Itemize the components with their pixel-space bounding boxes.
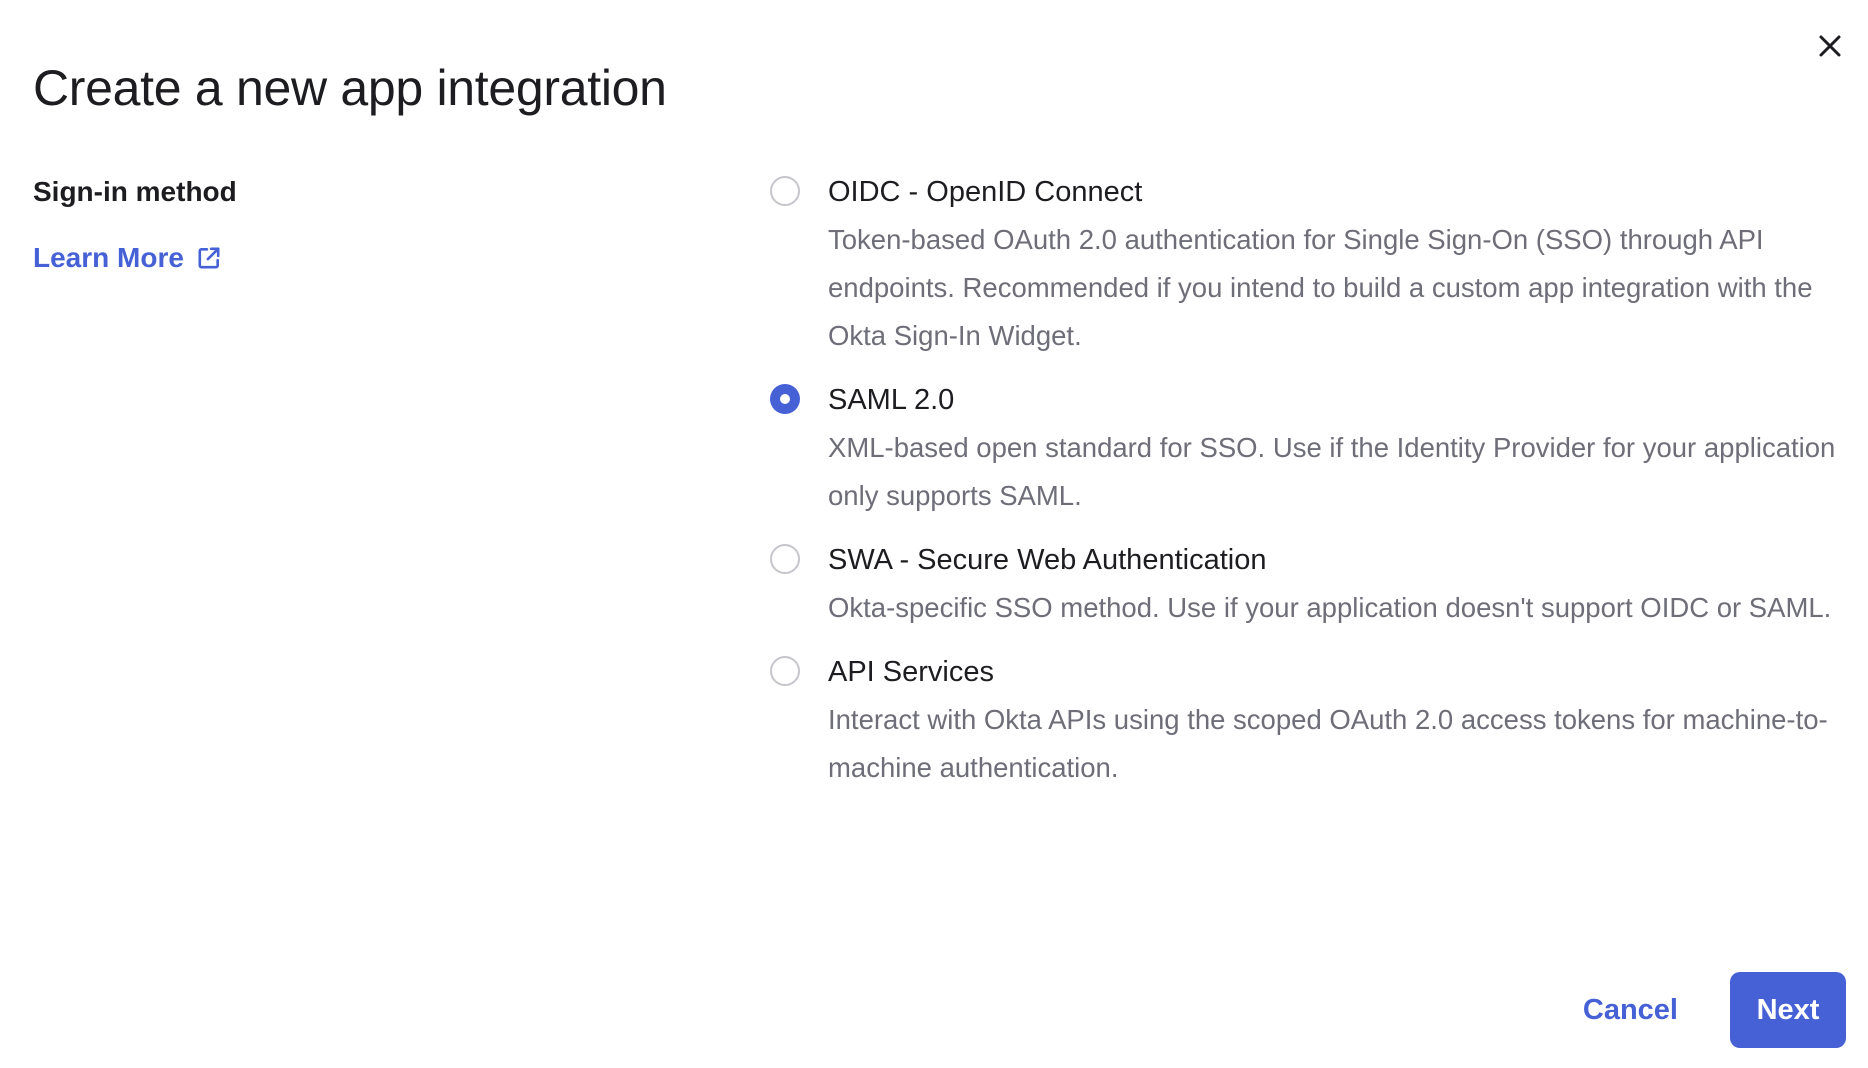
option-title: SAML 2.0: [828, 384, 955, 416]
option-api-services[interactable]: API Services Interact with Okta APIs usi…: [770, 652, 1850, 792]
external-link-icon: [198, 247, 220, 269]
radio-api-services[interactable]: [770, 656, 800, 686]
sign-in-method-options: OIDC - OpenID Connect Token-based OAuth …: [770, 172, 1850, 812]
cancel-button[interactable]: Cancel: [1583, 994, 1678, 1027]
option-description: XML-based open standard for SSO. Use if …: [828, 432, 1836, 511]
option-title: SWA - Secure Web Authentication: [828, 544, 1267, 576]
option-saml[interactable]: SAML 2.0 XML-based open standard for SSO…: [770, 380, 1850, 520]
option-swa[interactable]: SWA - Secure Web Authentication Okta-spe…: [770, 540, 1850, 632]
create-app-integration-dialog: Create a new app integration Sign-in met…: [0, 0, 1868, 1068]
next-button[interactable]: Next: [1730, 972, 1846, 1048]
sign-in-method-info: Sign-in method Learn More: [33, 172, 633, 278]
option-title: OIDC - OpenID Connect: [828, 176, 1143, 208]
option-description: Okta-specific SSO method. Use if your ap…: [828, 592, 1832, 623]
radio-oidc[interactable]: [770, 176, 800, 206]
option-description: Interact with Okta APIs using the scoped…: [828, 704, 1828, 783]
learn-more-link[interactable]: Learn More: [33, 238, 222, 278]
radio-swa[interactable]: [770, 544, 800, 574]
radio-saml[interactable]: [770, 384, 800, 414]
section-label: Sign-in method: [33, 176, 237, 207]
dialog-title: Create a new app integration: [33, 60, 667, 116]
dialog-footer: Cancel Next: [1583, 972, 1846, 1048]
close-icon: [1819, 35, 1841, 57]
learn-more-label: Learn More: [33, 242, 184, 273]
option-title: API Services: [828, 656, 994, 688]
option-description: Token-based OAuth 2.0 authentication for…: [828, 224, 1813, 351]
close-button[interactable]: [1812, 28, 1848, 64]
option-oidc[interactable]: OIDC - OpenID Connect Token-based OAuth …: [770, 172, 1850, 360]
